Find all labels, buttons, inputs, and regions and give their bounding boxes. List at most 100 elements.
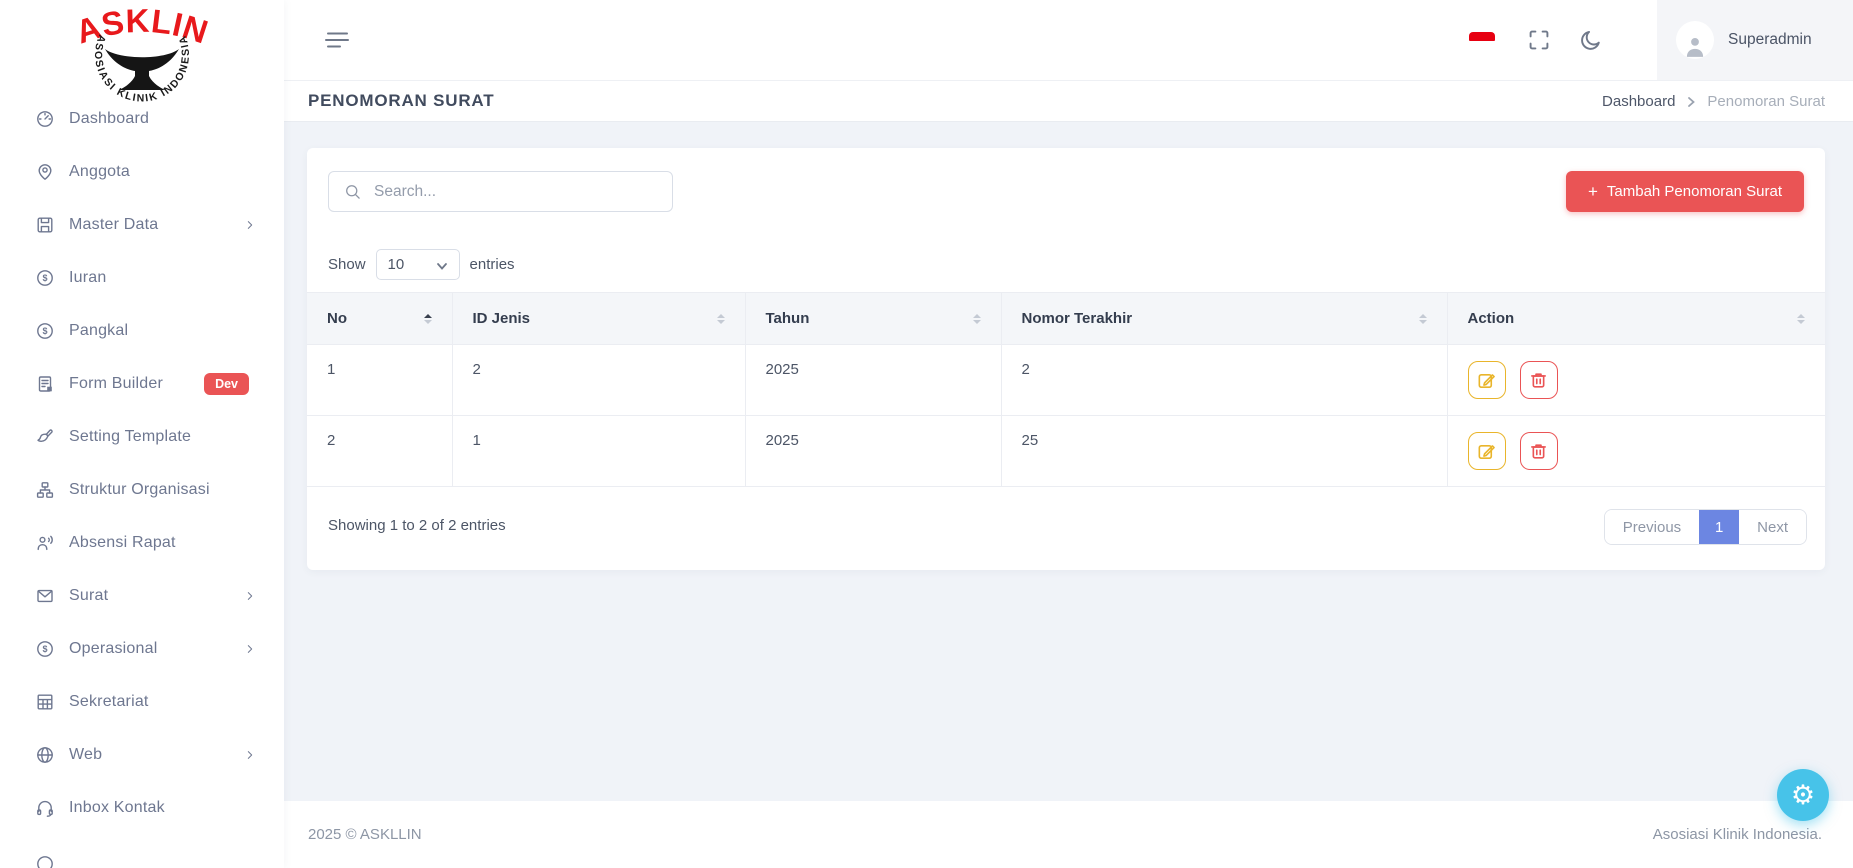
svg-text:$: $ xyxy=(42,273,47,283)
settings-fab-button[interactable]: ⚙ xyxy=(1777,769,1829,821)
sidebar-item-label: Inbox Kontak xyxy=(69,799,165,817)
dollar-circle-icon: $ xyxy=(35,268,55,288)
dollar-circle-icon: $ xyxy=(35,321,55,341)
column-header-nomor-terakhir[interactable]: Nomor Terakhir xyxy=(1001,293,1447,345)
sidebar-item-label: Struktur Organisasi xyxy=(69,481,210,499)
save-icon xyxy=(35,215,55,235)
column-header-no[interactable]: No xyxy=(307,293,452,345)
member-pin-icon xyxy=(35,162,55,182)
page-1-button[interactable]: 1 xyxy=(1699,510,1739,544)
svg-text:$: $ xyxy=(42,644,47,654)
sidebar-item-struktur-organisasi[interactable]: Struktur Organisasi xyxy=(0,463,284,516)
add-penomoran-surat-button[interactable]: + Tambah Penomoran Surat xyxy=(1566,171,1804,212)
cell-action xyxy=(1447,416,1825,487)
sidebar-item-label: Anggota xyxy=(69,163,130,181)
sidebar-item-label: Iuran xyxy=(69,269,106,287)
sidebar-item-master-data[interactable]: Master Data xyxy=(0,198,284,251)
cell-nomor_terakhir: 2 xyxy=(1001,345,1447,416)
chevron-right-icon xyxy=(243,748,257,762)
column-label: Nomor Terakhir xyxy=(1022,310,1133,327)
sidebar: ASKLIN ASOSIASI KLINIK INDONESIA Dashboa… xyxy=(0,0,284,868)
mail-icon xyxy=(35,586,55,606)
breadcrumb-current: Penomoran Surat xyxy=(1707,93,1825,110)
column-header-action[interactable]: Action xyxy=(1447,293,1825,345)
topbar-right: Superadmin xyxy=(1469,0,1853,80)
page-length-select[interactable]: 10 xyxy=(376,249,460,280)
length-suffix: entries xyxy=(470,256,515,273)
breadcrumb: Dashboard Penomoran Surat xyxy=(1602,93,1825,110)
sidebar-item-inbox-kontak[interactable]: Inbox Kontak xyxy=(0,781,284,834)
avatar xyxy=(1676,21,1714,59)
fullscreen-button[interactable] xyxy=(1527,28,1551,52)
footer-org-name: Asosiasi Klinik Indonesia. xyxy=(1653,826,1822,843)
cell-nomor_terakhir: 25 xyxy=(1001,416,1447,487)
cell-action xyxy=(1447,345,1825,416)
column-header-tahun[interactable]: Tahun xyxy=(745,293,1001,345)
sidebar-item-form-builder[interactable]: Form BuilderDev xyxy=(0,357,284,410)
sort-icon xyxy=(1419,314,1427,324)
topbar: Superadmin xyxy=(284,0,1853,80)
person-icon xyxy=(1682,33,1708,59)
dark-mode-button[interactable] xyxy=(1579,28,1603,52)
search-input[interactable] xyxy=(374,183,660,201)
gear-icon: ⚙ xyxy=(1791,782,1815,809)
sidebar-item-iuran[interactable]: $ Iuran xyxy=(0,251,284,304)
plus-icon: + xyxy=(1588,183,1598,200)
chevron-right-icon xyxy=(1685,95,1697,107)
language-flag-icon[interactable] xyxy=(1469,32,1495,49)
data-table: No ID Jenis Tahun Nomor Terakhir Action 1 220… xyxy=(307,292,1825,487)
sidebar-menu: DashboardAnggotaMaster Data$Iuran$Pangka… xyxy=(0,92,284,868)
column-header-id-jenis[interactable]: ID Jenis xyxy=(452,293,745,345)
sidebar-item-operasional[interactable]: $ Operasional xyxy=(0,622,284,675)
sidebar-item-web[interactable]: Web xyxy=(0,728,284,781)
sort-icon xyxy=(717,314,725,324)
sidebar-item-label: Operasional xyxy=(69,640,157,658)
cell-tahun: 2025 xyxy=(745,345,1001,416)
previous-page-button[interactable]: Previous xyxy=(1605,510,1699,544)
table-info: Showing 1 to 2 of 2 entries xyxy=(328,509,506,534)
content-area: + Tambah Penomoran Surat Show 10 entries xyxy=(284,122,1853,801)
delete-button[interactable] xyxy=(1520,361,1558,399)
sidebar-toggle-button[interactable] xyxy=(324,30,350,50)
next-page-button[interactable]: Next xyxy=(1739,510,1806,544)
sidebar-item-anggota[interactable]: Anggota xyxy=(0,145,284,198)
sort-icon xyxy=(1797,314,1805,324)
user-menu[interactable]: Superadmin xyxy=(1657,0,1853,80)
cell-no: 1 xyxy=(307,345,452,416)
edit-button[interactable] xyxy=(1468,432,1506,470)
delete-button[interactable] xyxy=(1520,432,1558,470)
breadcrumb-dashboard-link[interactable]: Dashboard xyxy=(1602,93,1675,110)
chevron-right-icon xyxy=(243,589,257,603)
pagination: Previous 1 Next xyxy=(1604,509,1807,545)
sidebar-item-label: Setting Template xyxy=(69,428,191,446)
sidebar-item-pangkal[interactable]: $Pangkal xyxy=(0,304,284,357)
footer: 2025 © ASKLLIN Asosiasi Klinik Indonesia… xyxy=(284,801,1853,868)
edit-button[interactable] xyxy=(1468,361,1506,399)
sidebar-item-absensi-rapat[interactable]: Absensi Rapat xyxy=(0,516,284,569)
sidebar-item-surat[interactable]: Surat xyxy=(0,569,284,622)
sidebar-item-label: Absensi Rapat xyxy=(69,534,176,552)
app-window: ASKLIN ASOSIASI KLINIK INDONESIA Dashboa… xyxy=(0,0,1853,868)
title-bar: PENOMORAN SURAT Dashboard Penomoran Sura… xyxy=(284,80,1853,122)
table-footer: Showing 1 to 2 of 2 entries Previous 1 N… xyxy=(307,487,1825,545)
gauge-icon xyxy=(35,109,55,129)
search-icon xyxy=(344,183,362,201)
globe-icon xyxy=(35,745,55,765)
sidebar-item-label: Sekretariat xyxy=(69,693,149,711)
sidebar-item-sekretariat[interactable]: Sekretariat xyxy=(0,675,284,728)
svg-text:$: $ xyxy=(42,326,47,336)
headset-icon xyxy=(35,798,55,818)
chevron-down-icon xyxy=(436,259,448,271)
selected-length: 10 xyxy=(388,256,405,273)
sidebar-item-partial[interactable] xyxy=(0,834,284,868)
sidebar-item-label: Surat xyxy=(69,587,108,605)
meeting-icon xyxy=(35,533,55,553)
column-label: ID Jenis xyxy=(473,310,531,327)
asklin-logo: ASKLIN ASOSIASI KLINIK INDONESIA xyxy=(56,2,228,102)
sidebar-item-setting-template[interactable]: Setting Template xyxy=(0,410,284,463)
table-row: 21202525 xyxy=(307,416,1825,487)
brand-logo[interactable]: ASKLIN ASOSIASI KLINIK INDONESIA xyxy=(0,0,284,92)
column-label: No xyxy=(327,310,347,327)
cell-tahun: 2025 xyxy=(745,416,1001,487)
table-body: 122025221202525 xyxy=(307,345,1825,487)
